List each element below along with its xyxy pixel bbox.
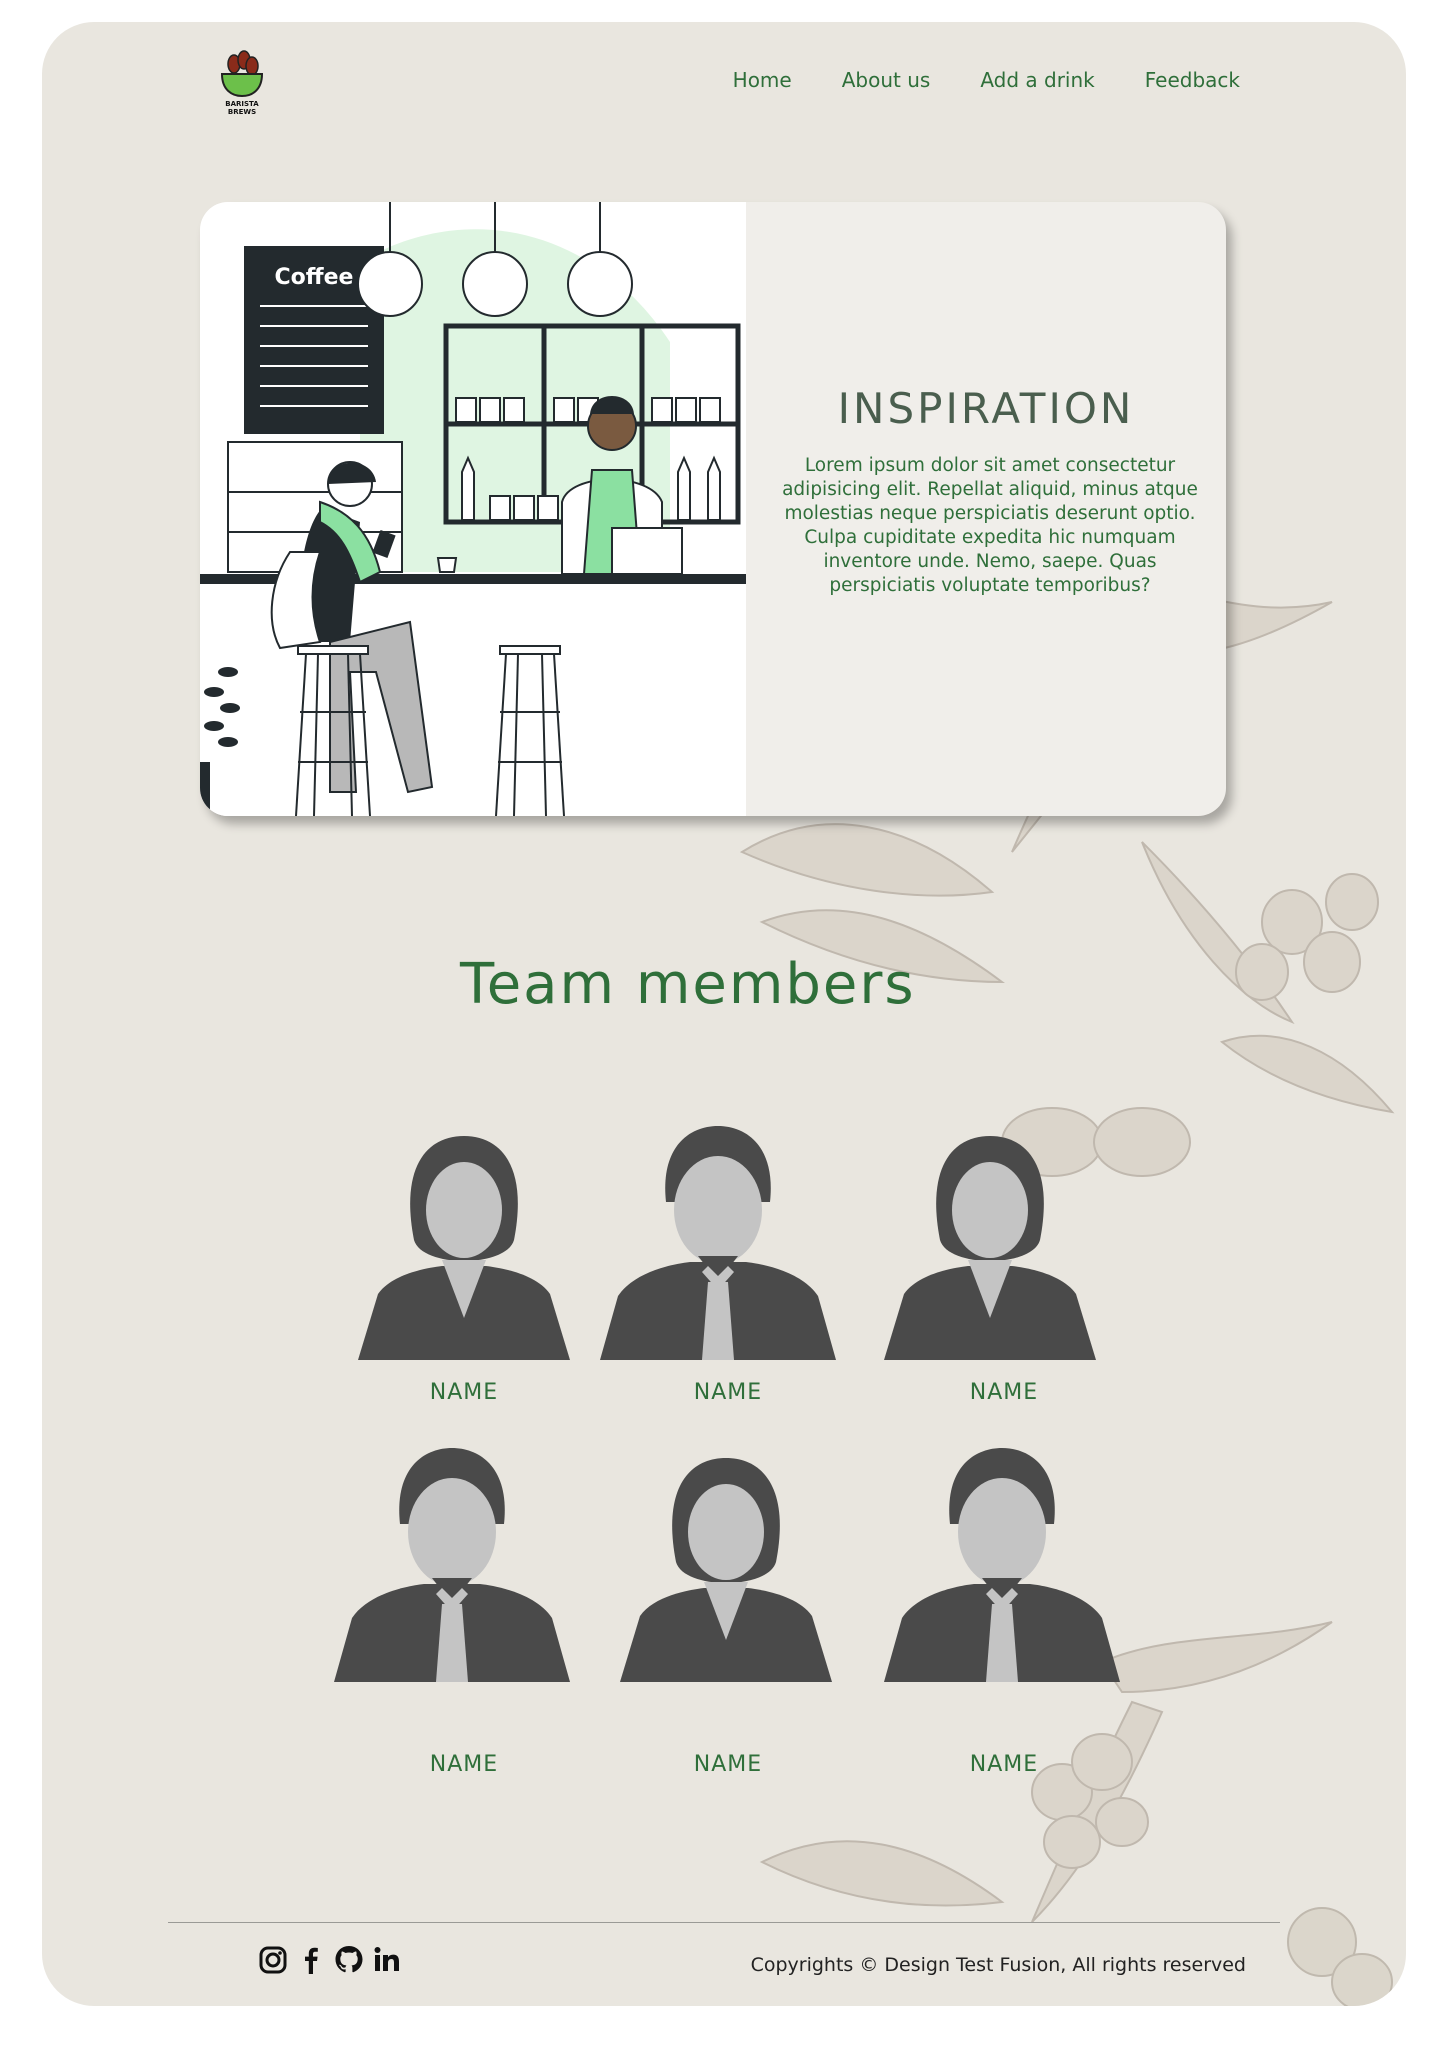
footer-divider <box>168 1922 1280 1923</box>
team-member-name: NAME <box>429 1380 499 1405</box>
coffee-shop-illustration: Coffee <box>200 202 746 816</box>
logo-text: BARISTA BREWS <box>218 100 266 116</box>
nav-feedback[interactable]: Feedback <box>1145 68 1240 92</box>
female-avatar-icon <box>358 1136 570 1360</box>
female-avatar-icon <box>620 1458 832 1682</box>
facebook-icon[interactable] <box>296 1944 326 1976</box>
male-avatar-icon <box>600 1126 836 1360</box>
inspiration-body: Lorem ipsum dolor sit amet consectetur a… <box>782 455 1198 596</box>
team-member-card[interactable] <box>882 1128 1098 1366</box>
github-icon[interactable] <box>334 1944 364 1976</box>
male-avatar-icon <box>334 1448 570 1682</box>
nav-home[interactable]: Home <box>733 68 792 92</box>
team-member-card[interactable] <box>332 1444 572 1688</box>
coffee-bowl-logo-icon <box>220 50 264 98</box>
main-nav: Home About us Add a drink Feedback <box>733 68 1240 92</box>
social-links <box>258 1944 402 1976</box>
logo-text-line-1: BARISTA <box>225 100 259 108</box>
barista-brews-logo[interactable]: BARISTA BREWS <box>218 46 266 136</box>
female-avatar-icon <box>884 1136 1096 1360</box>
team-member-card[interactable] <box>598 1122 838 1366</box>
team-member-name: NAME <box>693 1380 763 1405</box>
linkedin-icon[interactable] <box>372 1944 402 1976</box>
inspiration-title: INSPIRATION <box>837 384 1135 433</box>
page-frame: BARISTA BREWS Home About us Add a drink … <box>42 22 1406 2006</box>
team-members-title: Team members <box>460 952 916 1017</box>
team-member-name: NAME <box>969 1752 1039 1777</box>
male-avatar-icon <box>884 1448 1120 1682</box>
menu-board-title: Coffee <box>275 265 354 290</box>
nav-about-us[interactable]: About us <box>842 68 931 92</box>
team-member-card[interactable] <box>618 1450 834 1688</box>
logo-text-line-2: BREWS <box>227 108 257 116</box>
team-member-card[interactable] <box>356 1128 572 1366</box>
team-member name: NAME <box>969 1380 1039 1405</box>
team-member-name: NAME <box>429 1752 499 1777</box>
instagram-icon[interactable] <box>258 1944 288 1976</box>
copyright-text: Copyrights © Design Test Fusion, All rig… <box>750 1954 1246 1976</box>
team-member-card[interactable] <box>882 1444 1122 1688</box>
team-member-name: NAME <box>693 1752 763 1777</box>
nav-add-a-drink[interactable]: Add a drink <box>980 68 1094 92</box>
inspiration-card: Coffee INSPIRATION Lorem ipsum dolor sit… <box>200 202 1226 816</box>
